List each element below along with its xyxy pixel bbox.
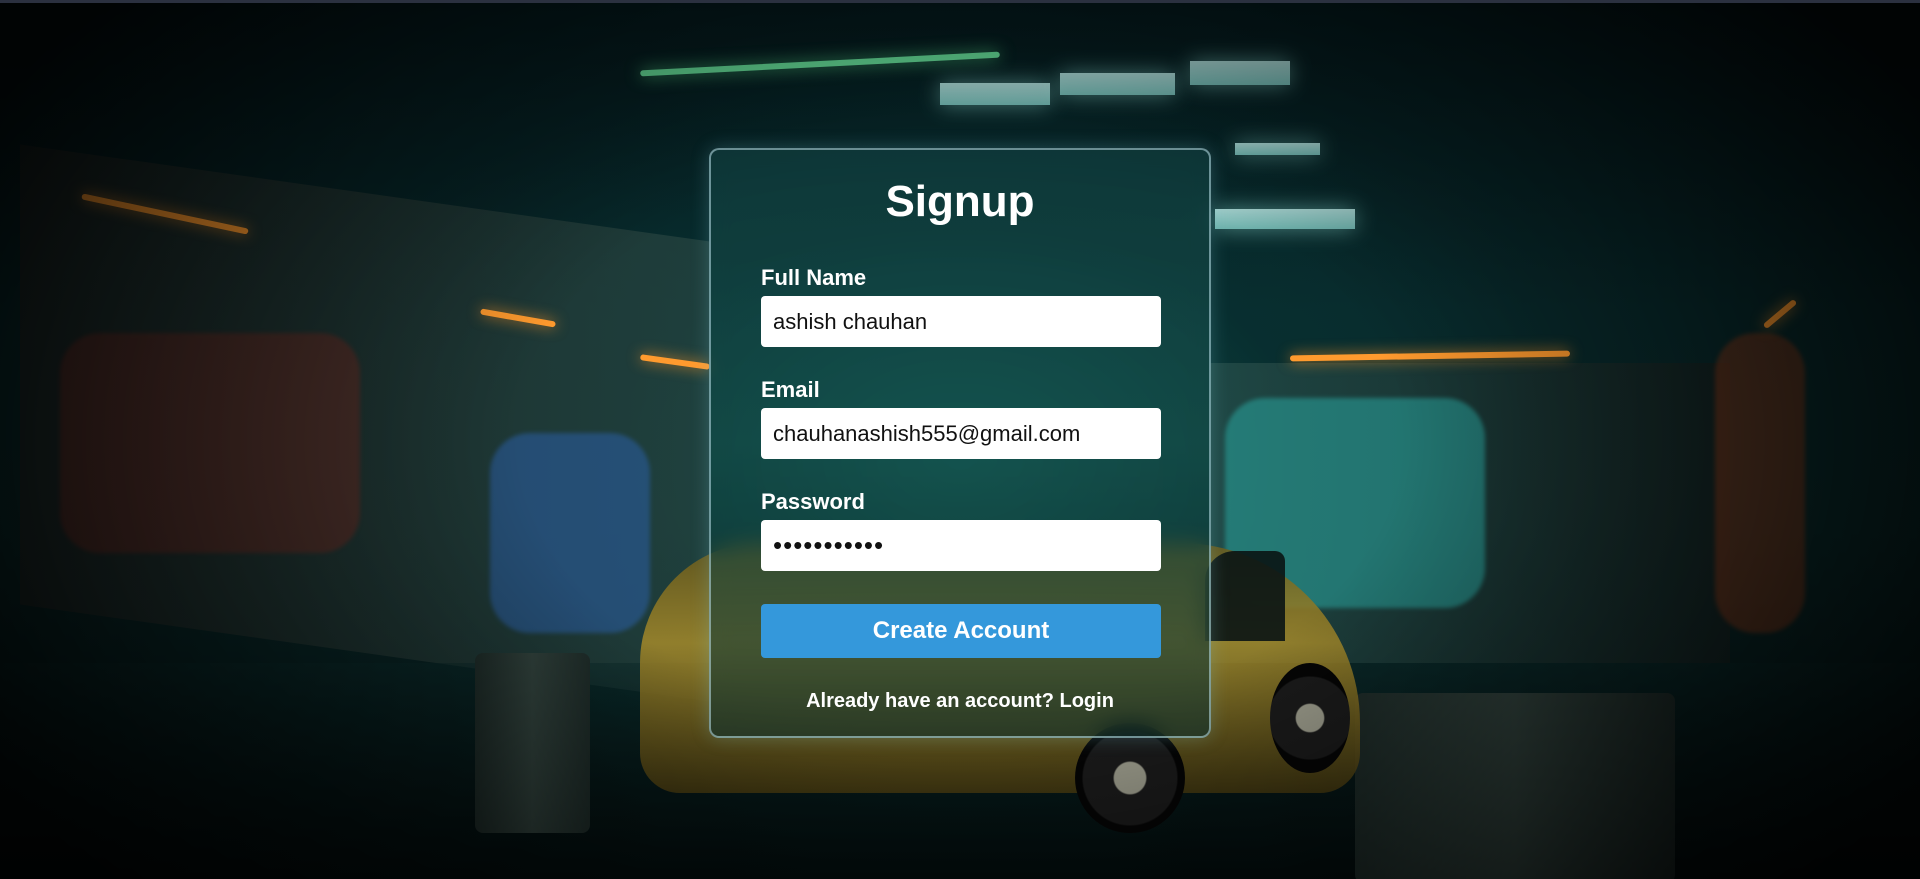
- password-label: Password: [761, 489, 865, 514]
- email-input[interactable]: [761, 408, 1161, 459]
- full-name-label: Full Name: [761, 265, 867, 290]
- login-link[interactable]: Login: [1060, 690, 1114, 712]
- signup-card: Signup Full Name Email Password Create A…: [709, 148, 1211, 738]
- create-account-button[interactable]: Create Account: [761, 604, 1161, 658]
- email-label: Email: [761, 377, 820, 402]
- page-title: Signup: [885, 177, 1035, 226]
- login-prompt: Already have an account? Login: [711, 691, 1209, 711]
- password-input[interactable]: [761, 520, 1161, 571]
- login-prompt-text: Already have an account?: [806, 690, 1054, 712]
- full-name-input[interactable]: [761, 296, 1161, 347]
